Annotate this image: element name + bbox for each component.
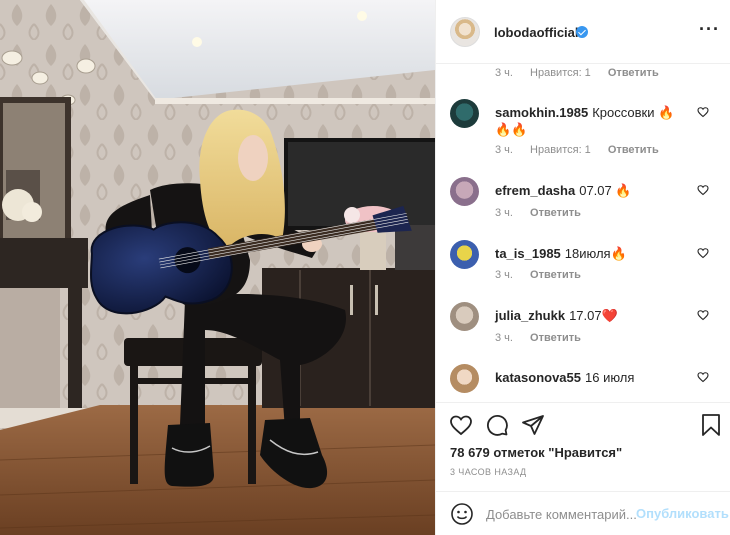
comment-time: 3 ч. [495, 269, 513, 281]
commenter-username[interactable]: katasonova55 [495, 370, 581, 385]
commenter-username[interactable]: efrem_dasha [495, 183, 575, 198]
commenter-username[interactable]: julia_zhukk [495, 308, 565, 323]
comment-text: 07.07 🔥 [579, 183, 632, 198]
reply-button[interactable]: Ответить [530, 332, 581, 344]
comments-list[interactable]: 3 ч. Нравится: 1 Ответить samokhin.1985 К… [436, 64, 730, 402]
commenter-avatar[interactable] [450, 177, 479, 206]
comment-time: 3 ч. [495, 207, 513, 219]
like-comment-heart-icon[interactable] [697, 184, 709, 196]
comment-text: 16 июля [585, 370, 635, 385]
reply-button[interactable]: Ответить [530, 207, 581, 219]
comment-text: 17.07❤️ [569, 308, 618, 323]
commenter-avatar[interactable] [450, 99, 479, 128]
reply-button[interactable]: Ответить [608, 144, 659, 156]
comment-meta-partial: 3 ч. Нравится: 1 Ответить [495, 67, 673, 79]
comment-input[interactable] [486, 504, 636, 524]
bookmark-icon[interactable] [699, 413, 723, 437]
commenter-username[interactable]: ta_is_1985 [495, 246, 561, 261]
comment-likes[interactable]: Нравится: 1 [530, 67, 591, 79]
like-comment-heart-icon[interactable] [697, 371, 709, 383]
comment-body: katasonova55 16 июля [495, 369, 690, 386]
emoji-icon[interactable] [450, 502, 474, 526]
like-comment-heart-icon[interactable] [697, 309, 709, 321]
commenter-username[interactable]: samokhin.1985 [495, 105, 588, 120]
comment-meta: 3 ч. Ответить [495, 269, 595, 281]
author-username[interactable]: lobodaofficial [494, 25, 579, 40]
add-comment-bar: Опубликовать [436, 491, 730, 535]
heart-icon[interactable] [449, 413, 473, 437]
comment-meta: 3 ч. Ответить [495, 207, 595, 219]
comment-likes[interactable]: Нравится: 1 [530, 144, 591, 156]
comment-text: 18июля🔥 [564, 246, 627, 261]
post-photo[interactable] [0, 0, 435, 535]
post-header: lobodaofficial ··· [436, 0, 730, 64]
like-comment-heart-icon[interactable] [697, 247, 709, 259]
like-comment-heart-icon[interactable] [697, 106, 709, 118]
share-icon[interactable] [521, 413, 545, 437]
reply-button[interactable]: Ответить [608, 67, 659, 79]
comment-body: julia_zhukk 17.07❤️ [495, 307, 690, 324]
comment-icon[interactable] [485, 413, 509, 437]
commenter-avatar[interactable] [450, 240, 479, 269]
comment-meta: 3 ч. Ответить [495, 332, 595, 344]
comment-body: ta_is_1985 18июля🔥 [495, 245, 690, 262]
post-sidebar: lobodaofficial ··· 3 ч. Нравится: 1 Отве… [435, 0, 730, 535]
commenter-avatar[interactable] [450, 364, 479, 393]
likes-count[interactable]: 78 679 отметок "Нравится" [450, 445, 622, 460]
reply-button[interactable]: Ответить [530, 269, 581, 281]
commenter-avatar[interactable] [450, 302, 479, 331]
post-timestamp[interactable]: 3 ЧАСОВ НАЗАД [450, 467, 527, 477]
post-comment-button[interactable]: Опубликовать [636, 506, 729, 521]
more-options-icon[interactable]: ··· [699, 20, 719, 40]
comment-meta: 3 ч. Нравится: 1 Ответить [495, 144, 673, 156]
verified-badge-icon [576, 26, 588, 38]
comment-body: samokhin.1985 Кроссовки 🔥🔥🔥 [495, 104, 690, 138]
comment-time: 3 ч. [495, 67, 513, 79]
post-image [0, 0, 435, 535]
post-actions: 78 679 отметок "Нравится" 3 ЧАСОВ НАЗАД [436, 402, 730, 496]
comment-time: 3 ч. [495, 144, 513, 156]
comment-body: efrem_dasha 07.07 🔥 [495, 182, 690, 199]
comment-time: 3 ч. [495, 332, 513, 344]
author-avatar[interactable] [450, 17, 480, 47]
